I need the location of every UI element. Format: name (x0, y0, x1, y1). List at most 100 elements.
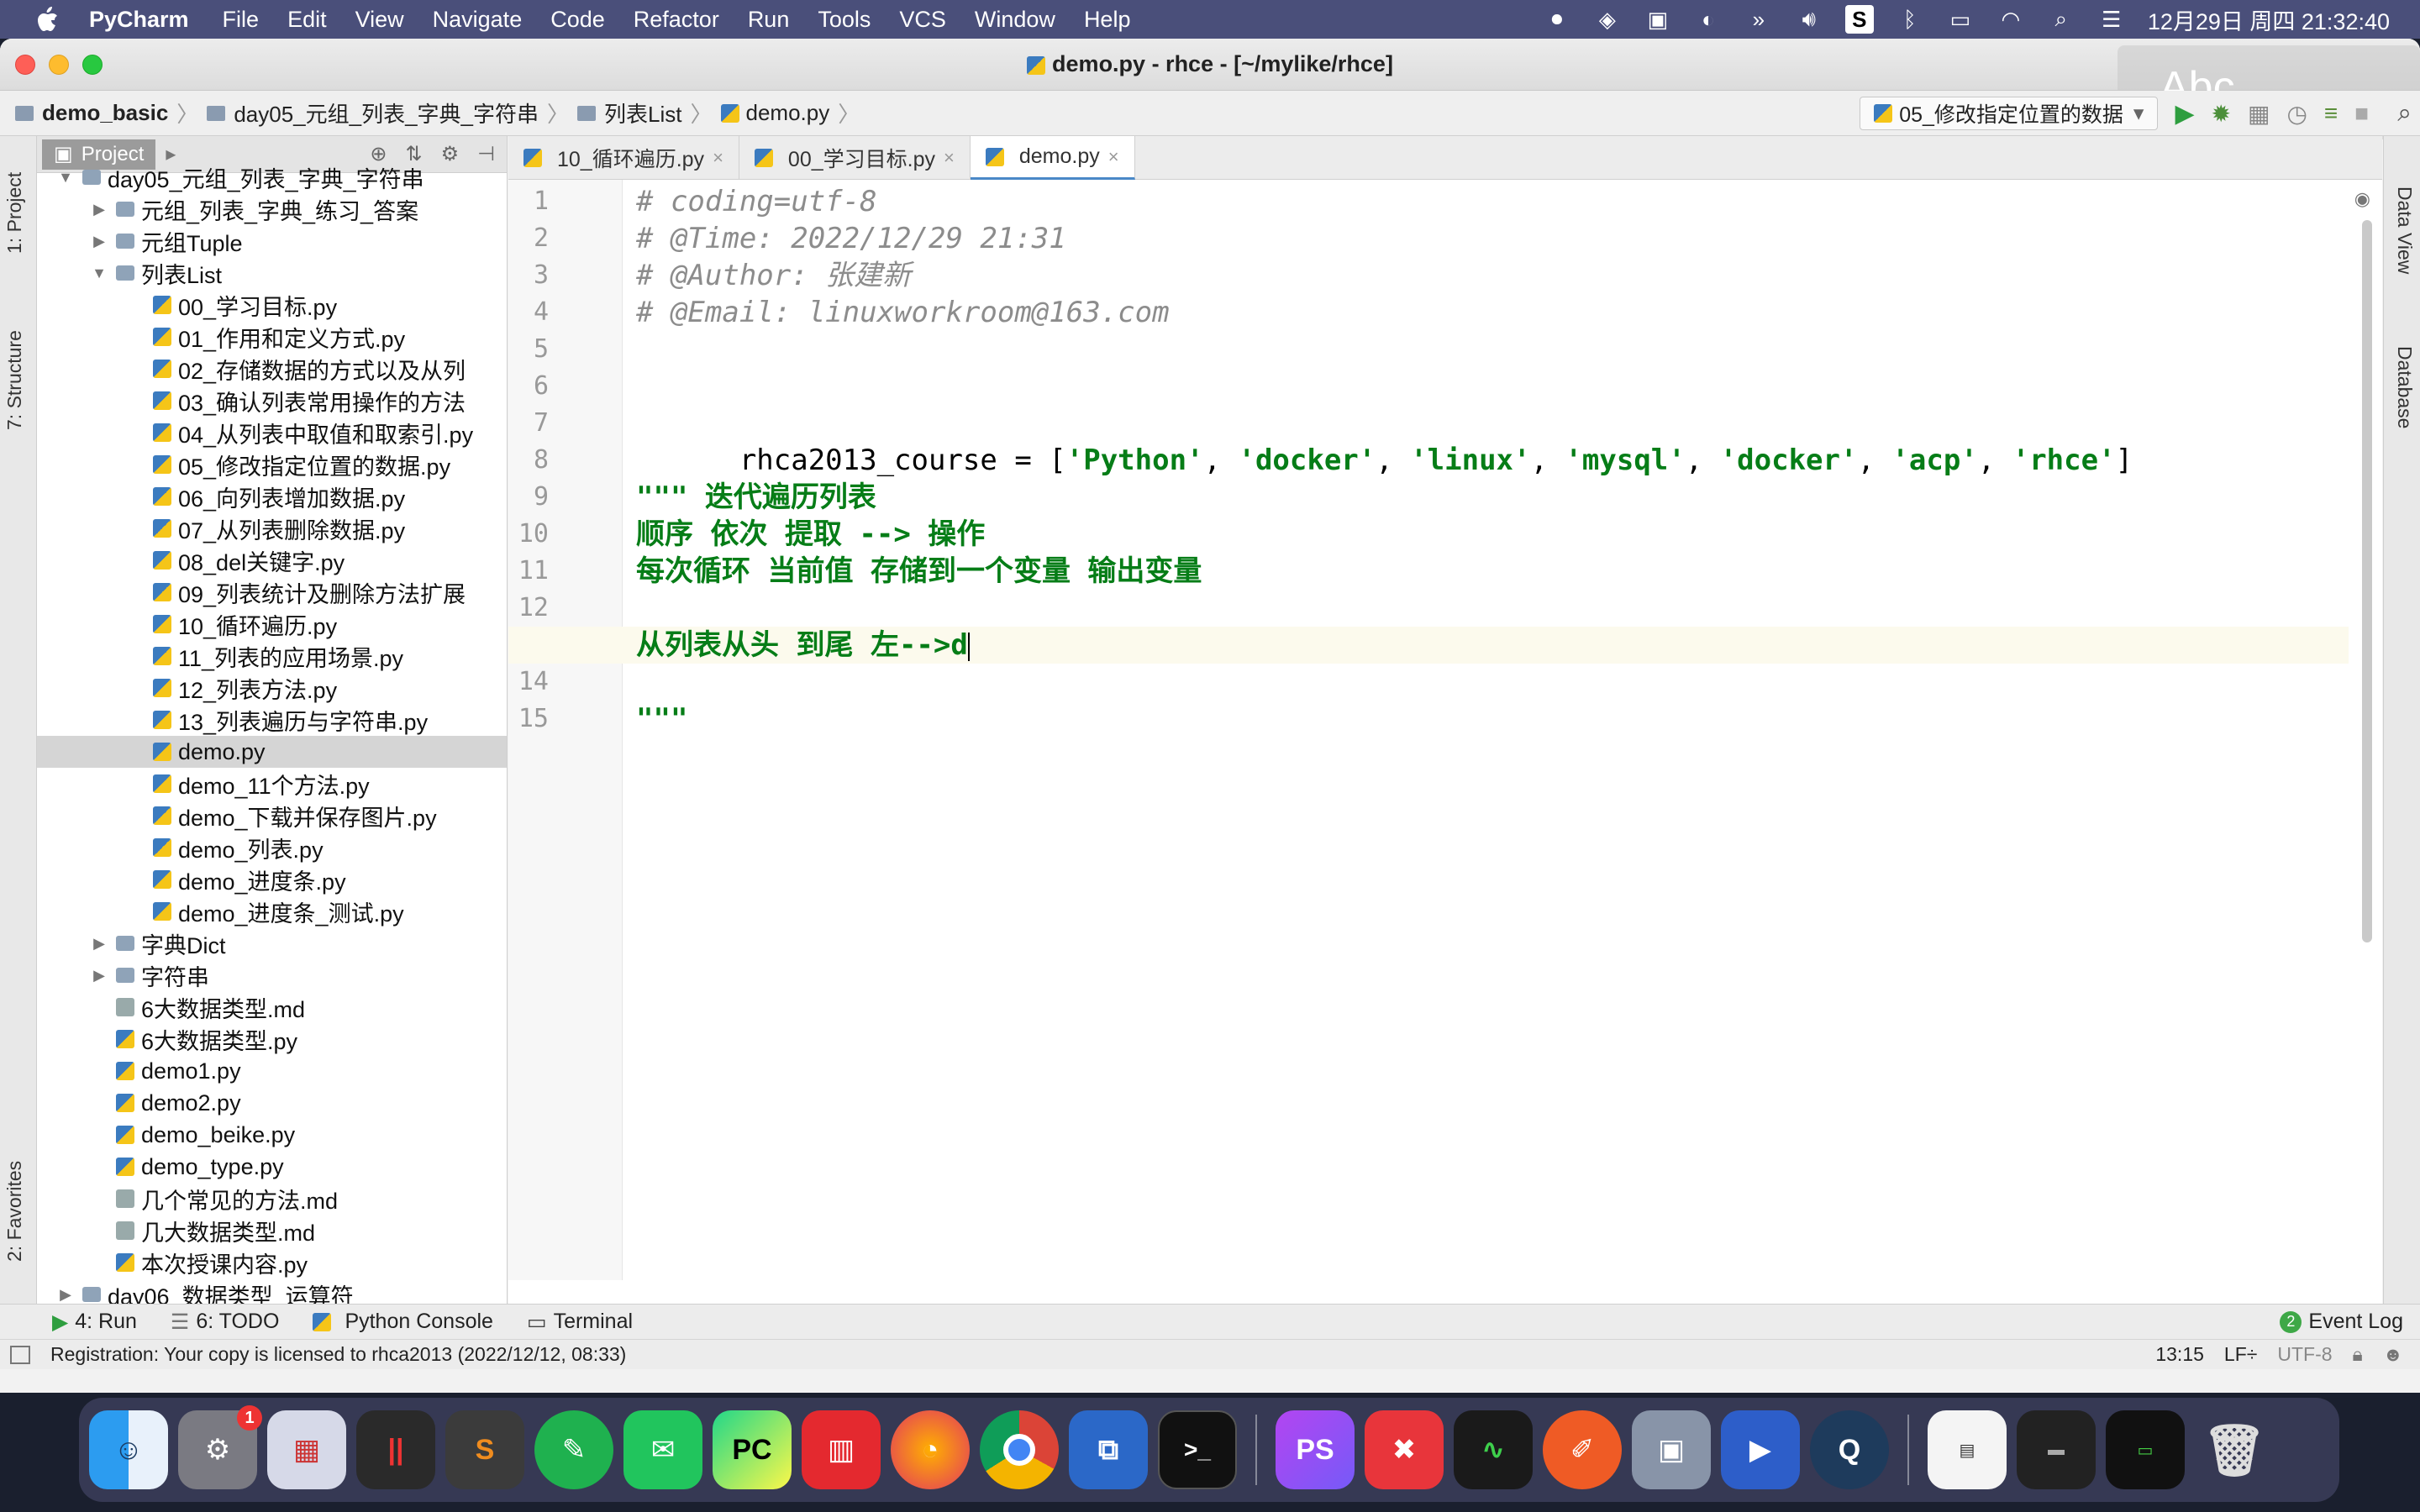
apple-icon[interactable] (30, 3, 64, 36)
tree-file[interactable]: demo_列表.py (37, 832, 507, 864)
clock[interactable]: 12月29日 周四 21:32:40 (2148, 3, 2390, 36)
tab-data-view[interactable]: Data View (2393, 186, 2416, 274)
phpstorm-icon[interactable]: PS (1276, 1410, 1355, 1489)
wifi-icon[interactable]: ◠ (1996, 5, 2025, 34)
line-number[interactable]: 8 (508, 442, 549, 479)
breadcrumb-item[interactable]: day05_元组_列表_字典_字符串 (234, 97, 539, 129)
wechat-icon[interactable]: ✉ (623, 1410, 702, 1489)
event-log-button[interactable]: 2 Event Log (2280, 1310, 2403, 1334)
tree-file[interactable]: demo_进度条.py (37, 864, 507, 895)
close-icon[interactable]: × (1108, 146, 1119, 168)
menu-window[interactable]: Window (975, 7, 1055, 33)
menu-file[interactable]: File (223, 7, 260, 33)
build-icon[interactable]: ≡ (2324, 100, 2338, 127)
chevron-down-icon[interactable]: ▼ (57, 169, 74, 186)
profile-icon[interactable]: ◷ (2286, 100, 2307, 128)
chevron-right-icon[interactable]: ▶ (91, 201, 108, 218)
arrows-icon[interactable]: » (1744, 5, 1773, 34)
system-preferences-icon[interactable]: ⚙ 1 (178, 1405, 262, 1489)
line-number[interactable]: 4 (508, 294, 549, 331)
line-number[interactable]: 10 (508, 516, 549, 553)
line-number[interactable]: 6 (508, 368, 549, 405)
menu-vcs[interactable]: VCS (899, 7, 946, 33)
search-icon[interactable]: ⌕ (2397, 99, 2412, 128)
menu-refactor[interactable]: Refactor (634, 7, 719, 33)
chevron-right-icon[interactable]: ▶ (91, 233, 108, 250)
tab-10-loop[interactable]: 10_循环遍历.py × (508, 136, 739, 180)
tree-file[interactable]: 08_del关键字.py (37, 544, 507, 576)
tree-folder[interactable]: ▶ 字典Dict (37, 927, 507, 959)
tree-file[interactable]: demo_11个方法.py (37, 768, 507, 800)
menu-help[interactable]: Help (1084, 7, 1131, 33)
evernote-icon[interactable]: ✎ (534, 1410, 613, 1489)
window-thumbnail-icon[interactable]: ▬ (2017, 1410, 2096, 1489)
tab-demo[interactable]: demo.py × (970, 136, 1135, 180)
line-number[interactable]: 3 (508, 257, 549, 294)
tree-file[interactable]: demo_type.py (37, 1151, 507, 1183)
line-separator[interactable]: LF÷ (2224, 1343, 2257, 1366)
tree-file[interactable]: 6大数据类型.md (37, 991, 507, 1023)
layout-icon[interactable] (10, 1345, 30, 1364)
input-source-icon[interactable]: S (1844, 5, 1874, 34)
tab-00-goal[interactable]: 00_学习目标.py × (739, 136, 971, 180)
xmind-icon[interactable]: ✖ (1365, 1410, 1444, 1489)
keynote-icon[interactable]: ▶ (1721, 1410, 1800, 1489)
activity-monitor-icon[interactable]: ∿ (1454, 1410, 1533, 1489)
tree-file[interactable]: 几大数据类型.md (37, 1215, 507, 1247)
clean-icon[interactable]: ◈ (1593, 5, 1622, 34)
launchpad-icon[interactable]: ▦ (267, 1410, 346, 1489)
tab-favorites[interactable]: 2: Favorites (3, 1161, 26, 1262)
window-thumbnail-icon[interactable]: ▤ (1928, 1410, 2007, 1489)
tree-file[interactable]: 07_从列表删除数据.py (37, 512, 507, 544)
zoom-button[interactable] (82, 54, 103, 75)
finder-icon[interactable]: ☺ (89, 1410, 168, 1489)
line-number[interactable]: 15 (508, 701, 549, 738)
volume-icon[interactable]: 🔊︎ (1795, 5, 1823, 34)
terminal-icon[interactable]: >_ (1158, 1410, 1237, 1489)
run-tool-button[interactable]: ▶ 4: Run (52, 1310, 137, 1335)
menu-view[interactable]: View (355, 7, 404, 33)
terminal-button[interactable]: ▭ Terminal (527, 1310, 633, 1335)
tree-file[interactable]: 本次授课内容.py (37, 1247, 507, 1278)
app-red-icon[interactable]: ▥ (802, 1410, 881, 1489)
todo-tool-button[interactable]: ☰ 6: TODO (171, 1310, 280, 1335)
tree-file[interactable]: 03_确认列表常用操作的方法 (37, 385, 507, 417)
tree-file[interactable]: demo_下载并保存图片.py (37, 800, 507, 832)
tree-file[interactable]: demo2.py (37, 1087, 507, 1119)
firefox-icon[interactable]: ◔ (891, 1410, 970, 1489)
lock-icon[interactable]: 🔒︎ (2353, 1343, 2363, 1366)
close-icon[interactable]: × (944, 147, 955, 169)
menu-code[interactable]: Code (550, 7, 605, 33)
tree-file[interactable]: 04_从列表中取值和取索引.py (37, 417, 507, 449)
tree-file[interactable]: 几个常见的方法.md (37, 1183, 507, 1215)
tab-structure[interactable]: 7: Structure (3, 330, 26, 430)
record-icon[interactable]: ⏺ (1543, 5, 1571, 34)
run-icon[interactable]: ▶ (2175, 99, 2194, 129)
pycharm-icon[interactable]: PC (713, 1410, 792, 1489)
close-button[interactable] (15, 54, 35, 75)
tree-file[interactable]: 11_列表的应用场景.py (37, 640, 507, 672)
eye-icon[interactable]: ◉ (2354, 188, 2370, 210)
quicktime-icon[interactable]: Q (1810, 1410, 1889, 1489)
tree-file[interactable]: 00_学习目标.py (37, 289, 507, 321)
tree-folder[interactable]: ▶ 元组_列表_字典_练习_答案 (37, 193, 507, 225)
chrome-icon[interactable] (980, 1410, 1059, 1489)
tree-file[interactable]: 09_列表统计及删除方法扩展 (37, 576, 507, 608)
stop-icon[interactable]: ■ (2354, 100, 2369, 127)
control-center-icon[interactable]: ☰ (2097, 5, 2126, 34)
tree-folder[interactable]: ▶ day06_数据类型_运算符 (37, 1278, 507, 1305)
coverage-icon[interactable]: ▦ (2248, 100, 2270, 128)
chevron-right-icon[interactable]: ▶ (57, 1286, 74, 1304)
breadcrumb-item[interactable]: demo_basic (42, 100, 168, 126)
inspector-icon[interactable]: ☻ (2383, 1343, 2403, 1366)
window-thumbnail-icon[interactable]: ▭ (2106, 1410, 2185, 1489)
tree-file[interactable]: 05_修改指定位置的数据.py (37, 449, 507, 480)
chevron-down-icon[interactable]: ▼ (91, 265, 108, 282)
tree-file[interactable]: 06_向列表增加数据.py (37, 480, 507, 512)
line-number[interactable]: 1 (508, 183, 549, 220)
tree-file[interactable]: 13_列表遍历与字符串.py (37, 704, 507, 736)
minimize-button[interactable] (49, 54, 69, 75)
spotlight-icon[interactable]: ⌕ (2047, 5, 2075, 34)
breadcrumb-item[interactable]: 列表List (604, 97, 681, 129)
file-encoding[interactable]: UTF-8 (2277, 1343, 2332, 1366)
